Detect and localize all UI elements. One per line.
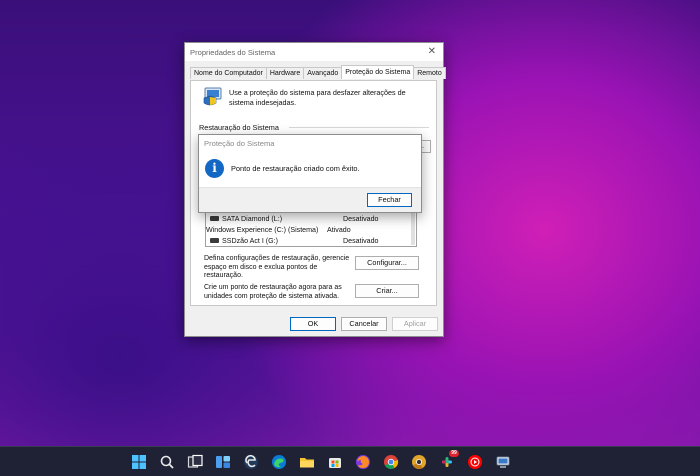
- file-explorer-icon[interactable]: [299, 454, 315, 470]
- drive-row[interactable]: Windows Experience (C:) (Sistema) Ativad…: [206, 224, 416, 235]
- drive-name: Windows Experience (C:) (Sistema): [206, 225, 319, 234]
- ok-button[interactable]: OK: [290, 317, 336, 331]
- notification-badge: 99: [449, 450, 459, 457]
- tab-system-protection[interactable]: Proteção do Sistema: [341, 65, 415, 79]
- system-protection-icon: [203, 87, 222, 106]
- drive-icon: [210, 238, 219, 243]
- create-button[interactable]: Criar...: [355, 284, 419, 298]
- windows-start-icon[interactable]: [131, 454, 147, 470]
- info-icon: i: [205, 159, 224, 178]
- store-icon[interactable]: [327, 454, 343, 470]
- close-button[interactable]: Fechar: [367, 193, 412, 207]
- drive-icon: [210, 216, 219, 221]
- drive-status: Ativado: [327, 225, 351, 234]
- restore-group-label: Restauração do Sistema: [199, 123, 279, 132]
- firefox-icon[interactable]: [355, 454, 371, 470]
- list-scrollbar[interactable]: [411, 213, 415, 245]
- configure-button[interactable]: Configurar...: [355, 256, 419, 270]
- window-title: Propriedades do Sistema: [190, 47, 276, 57]
- taskbar: 99: [0, 446, 700, 476]
- drive-list[interactable]: SATA Diamond (L:) Desativado Windows Exp…: [205, 213, 417, 247]
- drive-row[interactable]: SATA Diamond (L:) Desativado: [206, 213, 416, 224]
- dialog-message: Ponto de restauração criado com êxito.: [231, 164, 360, 173]
- tab-strip: Nome do Computador Hardware Avançado Pro…: [190, 65, 446, 80]
- slack-icon[interactable]: 99: [439, 450, 459, 470]
- dialog-title: Proteção do Sistema: [204, 139, 275, 148]
- edge-icon[interactable]: [271, 454, 287, 470]
- intro-text: Use a proteção do sistema para desfazer …: [229, 88, 406, 107]
- dialog-footer: Fechar: [199, 187, 421, 212]
- apply-button[interactable]: Aplicar: [392, 317, 438, 331]
- system-protection-message-dialog: Proteção do Sistema i Ponto de restauraç…: [198, 134, 422, 213]
- drive-name: SATA Diamond (L:): [222, 214, 283, 223]
- drive-row[interactable]: SSDzão Act I (G:) Desativado: [206, 235, 416, 246]
- cancel-button[interactable]: Cancelar: [341, 317, 387, 331]
- widgets-icon[interactable]: [215, 454, 231, 470]
- tab-remote[interactable]: Remoto: [413, 67, 446, 79]
- network-monitor-icon[interactable]: [495, 454, 511, 470]
- drive-name: SSDzão Act I (G:): [222, 236, 278, 245]
- configure-description: Defina configurações de restauração, ger…: [204, 255, 350, 280]
- drive-status: Desativado: [343, 214, 379, 223]
- chrome-icon[interactable]: [383, 454, 399, 470]
- task-view-icon[interactable]: [187, 454, 203, 470]
- edge-dev-icon[interactable]: [243, 454, 259, 470]
- tab-advanced[interactable]: Avançado: [303, 67, 343, 79]
- tab-hardware[interactable]: Hardware: [265, 67, 305, 79]
- youtube-music-icon[interactable]: [467, 454, 483, 470]
- drive-status: Desativado: [343, 236, 379, 245]
- search-icon[interactable]: [159, 454, 175, 470]
- window-titlebar: Propriedades do Sistema ✕: [185, 43, 443, 61]
- group-divider: [289, 127, 429, 128]
- close-icon[interactable]: ✕: [428, 47, 436, 57]
- tab-computer-name[interactable]: Nome do Computador: [190, 67, 267, 79]
- dialog-body: i Ponto de restauração criado com êxito.: [199, 151, 421, 187]
- create-description: Crie um ponto de restauração agora para …: [204, 284, 342, 300]
- chrome-canary-icon[interactable]: [411, 454, 427, 470]
